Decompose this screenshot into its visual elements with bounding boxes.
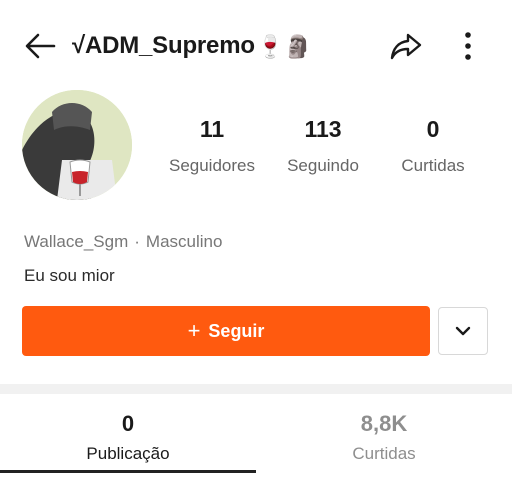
tab-curtidas[interactable]: 8,8K Curtidas [256, 410, 512, 466]
profile-meta: Wallace_Sgm · Masculino [24, 232, 222, 252]
plus-icon: + [187, 318, 201, 343]
tab-publicacao[interactable]: 0 Publicação [0, 410, 256, 466]
header: √ADM_Supremo🍷🗿 [0, 20, 512, 72]
follow-button[interactable]: + Seguir [22, 306, 430, 356]
more-options-button[interactable] [448, 26, 488, 66]
back-button[interactable] [18, 28, 62, 64]
follow-label: Seguir [208, 320, 265, 341]
chevron-down-icon [455, 326, 471, 336]
suggestions-dropdown-button[interactable] [438, 307, 488, 355]
share-icon [390, 33, 422, 60]
stat-label: Seguindo [287, 156, 359, 175]
tab-count: 8,8K [360, 411, 408, 436]
stat-value: 113 [304, 116, 342, 142]
stat-followers[interactable]: 11 Seguidores [157, 114, 267, 178]
tab-count: 0 [121, 411, 135, 436]
section-divider [0, 384, 512, 394]
gender: Masculino [145, 232, 223, 251]
username: Wallace_Sgm [24, 232, 129, 251]
active-tab-indicator [0, 470, 256, 473]
avatar-image [22, 90, 132, 200]
stat-value: 11 [199, 116, 225, 142]
stat-value: 0 [426, 116, 440, 142]
more-vertical-icon [465, 32, 471, 60]
title-emojis: 🍷🗿 [256, 33, 312, 59]
stat-label: Curtidas [401, 156, 465, 175]
share-button[interactable] [384, 28, 428, 64]
arrow-left-icon [25, 33, 56, 59]
stat-following[interactable]: 113 Seguindo [268, 114, 378, 178]
meta-separator: · [134, 232, 140, 251]
tab-label: Publicação [86, 444, 170, 463]
page-title: √ADM_Supremo🍷🗿 [72, 30, 311, 63]
bio-text: Eu sou mior [24, 266, 115, 285]
stat-label: Seguidores [168, 156, 255, 175]
tab-label: Curtidas [352, 444, 416, 463]
stat-likes[interactable]: 0 Curtidas [378, 114, 488, 178]
avatar[interactable] [22, 90, 132, 200]
profile-page: √ADM_Supremo🍷🗿 11 Seguidores 113 Seguind… [0, 0, 512, 480]
title-text: √ADM_Supremo [72, 32, 255, 59]
